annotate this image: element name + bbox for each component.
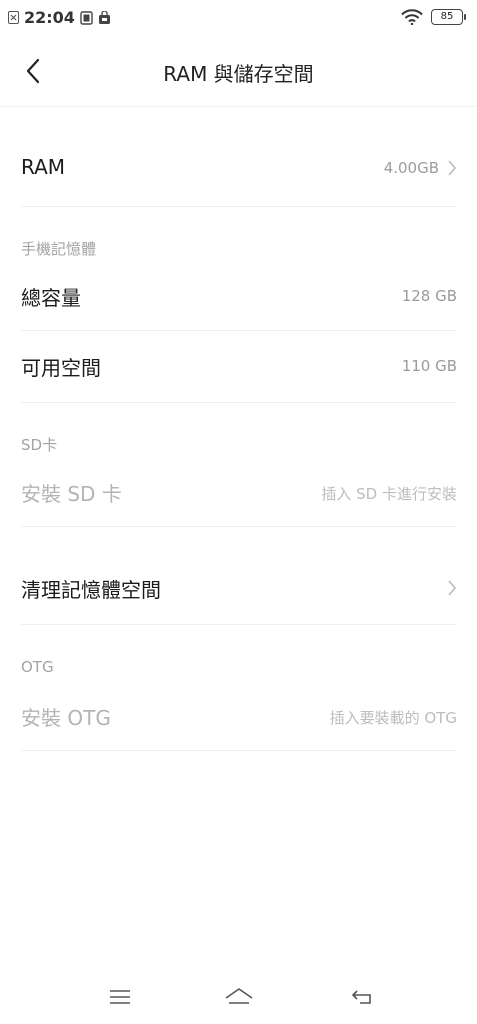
status-bar: 22:04 85	[0, 0, 477, 36]
available-space-label: 可用空間	[21, 356, 101, 380]
install-sd-card-row: 安裝 SD 卡 插入 SD 卡進行安裝	[21, 456, 457, 527]
notification-close-icon	[8, 11, 19, 24]
ram-row[interactable]: RAM 4.00GB	[21, 130, 457, 207]
navigation-bar	[0, 972, 477, 1024]
available-space-row: 可用空間 110 GB	[21, 330, 457, 403]
clean-memory-row[interactable]: 清理記憶體空間	[21, 552, 457, 625]
ram-value: 4.00GB	[383, 159, 439, 177]
lock-bag-icon	[98, 10, 110, 24]
back-icon	[352, 990, 371, 1004]
nav-back-button[interactable]	[343, 982, 383, 1012]
phone-memory-section-header: 手機記憶體	[21, 240, 97, 258]
screenshot-icon	[80, 10, 93, 25]
status-left: 22:04	[8, 8, 111, 27]
install-otg-row: 安裝 OTG 插入要裝載的 OTG	[21, 680, 457, 751]
install-otg-label: 安裝 OTG	[21, 706, 111, 730]
home-icon	[225, 988, 253, 1004]
status-time: 22:04	[24, 8, 75, 27]
page-title: RAM 與儲存空間	[163, 62, 314, 86]
otg-section-header: OTG	[21, 658, 54, 676]
available-space-value: 110 GB	[401, 357, 457, 375]
menu-button[interactable]	[100, 982, 140, 1012]
status-right: 85	[401, 9, 466, 25]
sd-card-section-header: SD卡	[21, 436, 58, 454]
header: RAM 與儲存空間	[0, 36, 477, 107]
total-capacity-value: 128 GB	[401, 287, 457, 305]
total-capacity-label: 總容量	[21, 286, 81, 310]
install-sd-card-hint: 插入 SD 卡進行安裝	[321, 485, 457, 503]
install-sd-card-label: 安裝 SD 卡	[21, 482, 122, 506]
battery-icon: 85	[431, 9, 466, 25]
ram-label: RAM	[21, 155, 66, 179]
chevron-right-icon	[448, 160, 456, 176]
clean-memory-label: 清理記憶體空間	[21, 578, 161, 602]
chevron-right-icon	[448, 580, 456, 596]
total-capacity-row: 總容量 128 GB	[21, 260, 457, 331]
install-otg-hint: 插入要裝載的 OTG	[329, 709, 457, 727]
wifi-icon	[401, 9, 423, 25]
ram-value-group: 4.00GB	[384, 159, 457, 177]
clean-memory-chevron	[447, 579, 457, 597]
menu-icon	[110, 990, 130, 1004]
home-button[interactable]	[219, 982, 259, 1012]
